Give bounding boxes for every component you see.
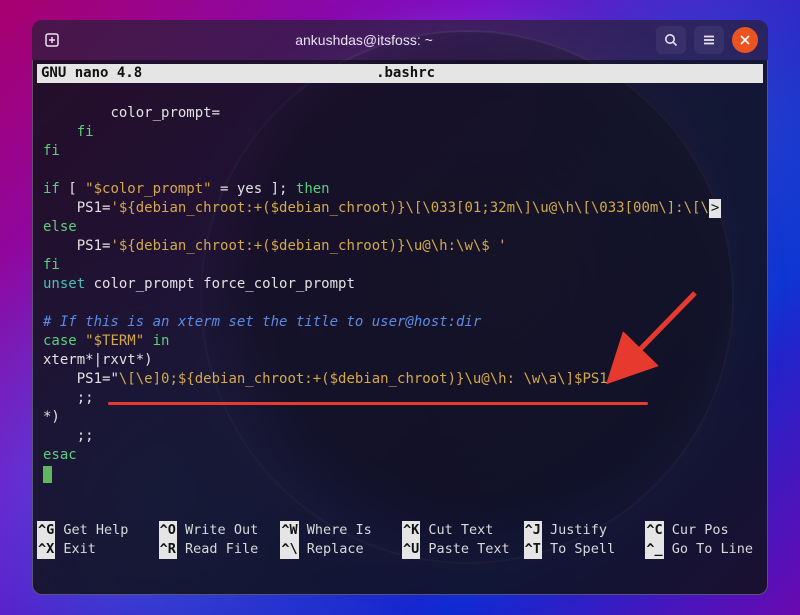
shortcut-write-out: ^O Write Out [159, 521, 277, 540]
shortcut-paste-text: ^U Paste Text [402, 540, 520, 559]
shortcut-cur-pos: ^C Cur Pos [645, 521, 763, 540]
search-button[interactable] [656, 26, 686, 54]
text-cursor [43, 466, 52, 483]
line-continuation-indicator: > [709, 199, 721, 218]
nano-header: GNU nano 4.8 .bashrc [37, 64, 763, 83]
shortcut-cut-text: ^K Cut Text [402, 521, 520, 540]
desktop-background: ankushdas@itsfoss: ~ [0, 0, 800, 615]
editor-content[interactable]: color_prompt= fi fi if [ "$color_prompt"… [37, 83, 763, 503]
shortcut-justify: ^J Justify [524, 521, 642, 540]
menu-button[interactable] [694, 26, 724, 54]
window-titlebar[interactable]: ankushdas@itsfoss: ~ [32, 20, 768, 60]
shortcut-go-to-line: ^_ Go To Line [645, 540, 763, 559]
window-title: ankushdas@itsfoss: ~ [72, 32, 656, 48]
shortcut-to-spell: ^T To Spell [524, 540, 642, 559]
nano-app-name: GNU nano 4.8 [41, 64, 142, 83]
close-button[interactable] [732, 27, 758, 53]
new-tab-button[interactable] [37, 26, 67, 54]
nano-filename: .bashrc [142, 64, 669, 83]
shortcut-get-help: ^G Get Help [37, 521, 155, 540]
terminal-window[interactable]: GNU nano 4.8 .bashrc color_prompt= fi fi… [32, 60, 768, 595]
shortcut-exit: ^X Exit [37, 540, 155, 559]
nano-shortcut-bar: ^G Get Help ^O Write Out ^W Where Is ^K … [37, 521, 763, 559]
shortcut-where-is: ^W Where Is [280, 521, 398, 540]
shortcut-replace: ^\ Replace [280, 540, 398, 559]
shortcut-read-file: ^R Read File [159, 540, 277, 559]
